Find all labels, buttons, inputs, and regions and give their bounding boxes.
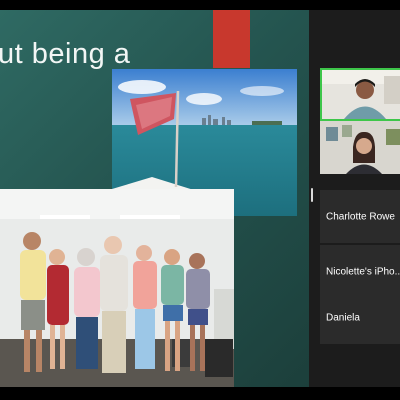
participant-tile-charlotte[interactable]: Charlotte Rowe (320, 190, 400, 243)
person-5 (133, 245, 157, 369)
participant-name: Nicolette's iPho... (326, 266, 400, 277)
slide-title: ut being a (0, 38, 131, 70)
slide-accent-bar (213, 10, 250, 68)
participant-tile-daniela[interactable]: Daniela (320, 291, 400, 344)
participant-video-tile-active-speaker[interactable] (320, 68, 400, 121)
slide-photo-group (0, 189, 234, 387)
participant-video-tile-2[interactable] (320, 121, 400, 174)
participant-name: Charlotte Rowe (326, 211, 395, 222)
participant-gallery: Charlotte Rowe Nicolette's iPho... Danie… (309, 10, 400, 387)
person-4 (100, 236, 128, 373)
participant-name: Daniela (326, 312, 360, 323)
participant-video-2 (320, 121, 400, 174)
bottom-frame (0, 387, 400, 400)
participant-video-active-speaker (322, 70, 400, 119)
shared-screen-slide: ut being a (0, 10, 309, 387)
top-frame (0, 0, 400, 10)
gallery-resize-handle[interactable] (311, 188, 313, 202)
group-photo-image (0, 189, 234, 387)
